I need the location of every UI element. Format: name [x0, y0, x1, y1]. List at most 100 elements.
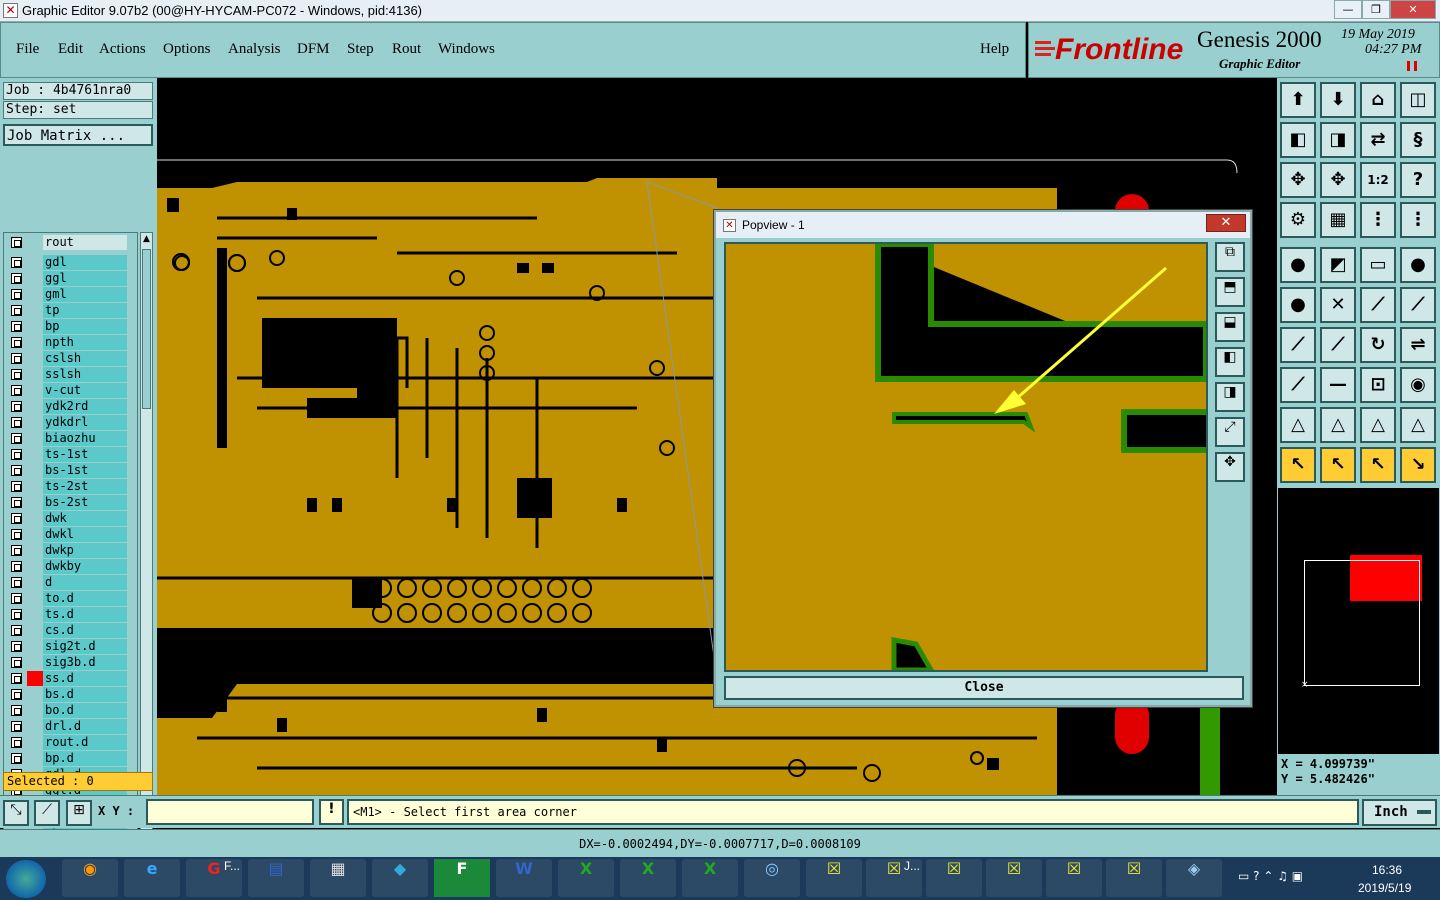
layer-checkbox[interactable] [11, 673, 22, 684]
alert-icon[interactable]: ! [319, 799, 344, 825]
layer-affected-marker[interactable] [27, 703, 43, 718]
xy-input[interactable] [146, 799, 314, 825]
layer-row[interactable]: ydk2rd [8, 399, 127, 414]
layer-name[interactable]: ss.d [43, 671, 127, 686]
layer-row[interactable]: sig3b.d [8, 655, 127, 670]
layer-name[interactable]: ts-2st [43, 479, 127, 494]
layer-checkbox[interactable] [11, 433, 22, 444]
taskbar-genesis-2[interactable]: ☒ J... [866, 859, 922, 897]
layer-checkbox[interactable] [11, 721, 22, 732]
scroll-thumb[interactable] [142, 249, 151, 409]
tool-button[interactable]: ⊡ [1360, 367, 1396, 403]
layer-name[interactable]: dwkp [43, 543, 127, 558]
layer-affected-marker[interactable] [27, 671, 43, 686]
taskbar-ie[interactable]: e [124, 859, 180, 897]
tool-button[interactable]: ✥ [1280, 162, 1316, 198]
popview-fit-button[interactable]: ⧉ [1215, 242, 1245, 272]
popview-pan-left-button[interactable]: ◧ [1215, 347, 1245, 377]
taskbar-word[interactable]: W [496, 859, 552, 897]
tool-button[interactable]: ⟋ [1280, 327, 1316, 363]
tool-button[interactable]: ⬇ [1320, 82, 1356, 118]
menu-edit[interactable]: Edit [58, 41, 83, 58]
layer-affected-marker[interactable] [27, 655, 43, 670]
layer-name[interactable]: ts-1st [43, 447, 127, 462]
tool-button[interactable]: ⬆ [1280, 82, 1316, 118]
tool-button[interactable]: ? [1400, 162, 1436, 198]
layer-name[interactable]: biaozhu [43, 431, 127, 446]
layer-affected-marker[interactable] [27, 543, 43, 558]
job-matrix-button[interactable]: Job Matrix ... [3, 124, 153, 146]
tool-button[interactable]: 1:2 [1360, 162, 1396, 198]
tool-button[interactable]: ⌂ [1360, 82, 1396, 118]
taskbar-excel-3[interactable]: X [682, 859, 738, 897]
layer-checkbox[interactable] [11, 257, 22, 268]
layer-name[interactable]: bs-1st [43, 463, 127, 478]
layer-row[interactable]: dwkl [8, 527, 127, 542]
layer-affected-marker[interactable] [27, 351, 43, 366]
layer-affected-marker[interactable] [27, 383, 43, 398]
layer-checkbox[interactable] [11, 641, 22, 652]
layer-name[interactable]: sig3b.d [43, 655, 127, 670]
layer-checkbox[interactable] [11, 753, 22, 764]
menu-file[interactable]: File [16, 41, 39, 58]
layer-row[interactable]: bs-2st [8, 495, 127, 510]
layer-row[interactable]: dwk [8, 511, 127, 526]
taskbar-eye[interactable]: ◎ [744, 859, 800, 897]
layer-checkbox[interactable] [11, 289, 22, 300]
layer-affected-marker[interactable] [27, 559, 43, 574]
taskbar-genesis-5[interactable]: ☒ [1046, 859, 1102, 897]
menu-step[interactable]: Step [347, 41, 374, 58]
minimize-button[interactable]: — [1334, 0, 1362, 19]
taskbar-genesis-4[interactable]: ☒ [986, 859, 1042, 897]
start-button[interactable] [6, 860, 46, 898]
layer-affected-marker[interactable] [27, 463, 43, 478]
layer-row[interactable]: bs-1st [8, 463, 127, 478]
layer-checkbox[interactable] [11, 689, 22, 700]
layer-row[interactable]: sslsh [8, 367, 127, 382]
layer-name[interactable]: sslsh [43, 367, 127, 382]
tool-button[interactable]: ◫ [1400, 82, 1436, 118]
layer-affected-marker[interactable] [27, 335, 43, 350]
layer-affected-marker[interactable] [27, 639, 43, 654]
layer-row[interactable]: ts-2st [8, 479, 127, 494]
layer-checkbox[interactable] [11, 577, 22, 588]
layer-affected-marker[interactable] [27, 719, 43, 734]
layer-row[interactable]: bp.d [8, 751, 127, 766]
tool-button[interactable]: ↖ [1320, 447, 1356, 483]
layer-name[interactable]: rout.d [43, 735, 127, 750]
layer-checkbox[interactable] [11, 625, 22, 636]
layer-affected-marker[interactable] [27, 367, 43, 382]
layer-affected-marker[interactable] [27, 623, 43, 638]
layer-affected-marker[interactable] [27, 287, 43, 302]
tool-button[interactable]: ● [1280, 287, 1316, 323]
layer-row[interactable]: cslsh [8, 351, 127, 366]
tool-button[interactable]: ⇄ [1360, 122, 1396, 158]
layer-name[interactable]: ydk2rd [43, 399, 127, 414]
layer-checkbox[interactable] [11, 497, 22, 508]
tool-button[interactable]: ↘ [1400, 447, 1436, 483]
layer-checkbox[interactable] [11, 705, 22, 716]
tool-button[interactable]: ● [1400, 247, 1436, 283]
layer-name[interactable]: rout [43, 235, 127, 250]
layer-checkbox[interactable] [11, 657, 22, 668]
window-zoom-icon[interactable]: ⤡ [3, 800, 29, 826]
layer-checkbox[interactable] [11, 529, 22, 540]
taskbar-genesis-6[interactable]: ☒ [1106, 859, 1162, 897]
tool-button[interactable]: ✥ [1320, 162, 1356, 198]
layer-row[interactable]: bs.d [8, 687, 127, 702]
layer-affected-marker[interactable] [27, 591, 43, 606]
layer-checkbox[interactable] [11, 609, 22, 620]
tool-button[interactable]: ⇌ [1400, 327, 1436, 363]
layer-row[interactable]: drl.d [8, 719, 127, 734]
layer-affected-marker[interactable] [27, 431, 43, 446]
layer-name[interactable]: cs.d [43, 623, 127, 638]
tool-button[interactable]: △ [1280, 407, 1316, 443]
layer-row[interactable]: bo.d [8, 703, 127, 718]
restore-button[interactable]: ❐ [1362, 0, 1390, 19]
layer-checkbox[interactable] [11, 401, 22, 412]
layer-name[interactable]: ydkdrl [43, 415, 127, 430]
menu-options[interactable]: Options [163, 41, 211, 58]
layer-name[interactable]: dwkl [43, 527, 127, 542]
layer-affected-marker[interactable] [27, 303, 43, 318]
popview-zoom-out-button[interactable]: ✥ [1215, 452, 1245, 482]
